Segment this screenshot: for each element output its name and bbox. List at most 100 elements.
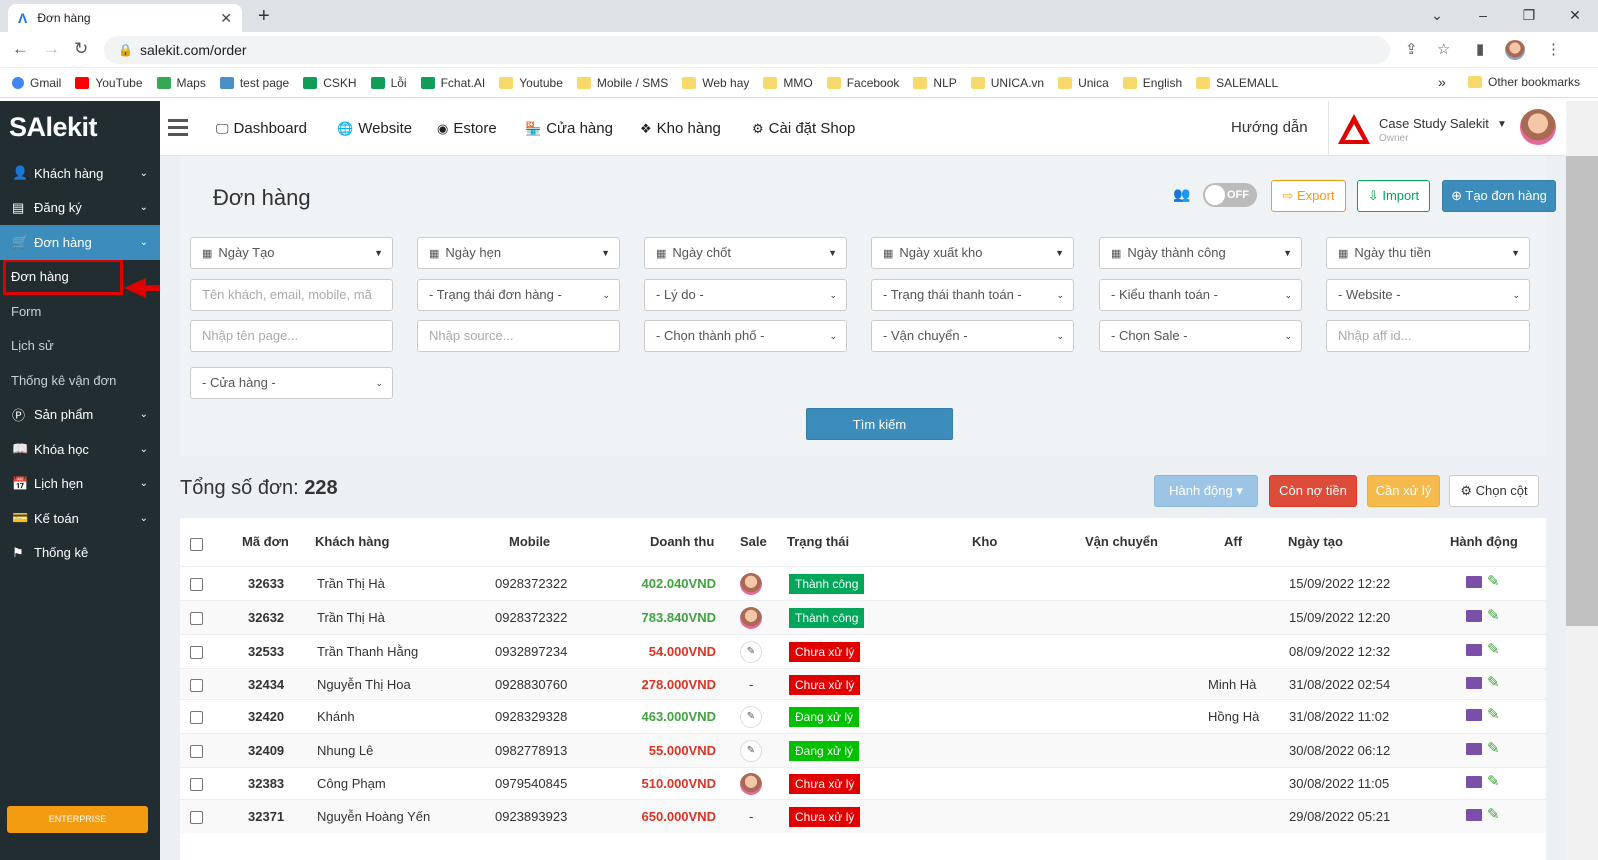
customer-name[interactable]: Trần Thanh Hằng xyxy=(317,644,418,659)
email-icon[interactable] xyxy=(1466,809,1482,821)
shipping-select[interactable]: - Vận chuyển - ⌄ xyxy=(871,320,1074,352)
order-id[interactable]: 32420 xyxy=(248,709,284,724)
url-field[interactable]: 🔒 salekit.com/order xyxy=(104,36,1390,64)
users-icon[interactable]: 👥 xyxy=(1173,186,1190,203)
bookmark-maps[interactable]: Maps xyxy=(156,76,206,90)
bookmark-cskh[interactable]: CSKH xyxy=(303,76,357,90)
col-doanh-thu[interactable]: Doanh thu xyxy=(650,534,714,549)
edit-icon[interactable]: ✎ xyxy=(1487,673,1500,691)
table-row[interactable]: 32633 Trần Thị Hà 0928372322 402.040VND Thàn… xyxy=(180,566,1546,600)
search-button[interactable]: Tìm kiếm xyxy=(806,408,953,440)
order-id[interactable]: 32434 xyxy=(248,677,284,692)
import-button[interactable]: ⇩ Import xyxy=(1357,180,1430,212)
restore-icon[interactable]: ❐ xyxy=(1506,0,1552,32)
nav-cai-dat-shop[interactable]: ⚙ Cài đặt Shop xyxy=(752,120,855,137)
back-icon[interactable]: ← xyxy=(12,39,29,59)
nav-website[interactable]: 🌐 Website xyxy=(337,120,412,137)
email-icon[interactable] xyxy=(1466,743,1482,755)
browser-tab[interactable]: Λ Đơn hàng ✕ xyxy=(8,4,242,32)
tab-search-icon[interactable]: ⌄ xyxy=(1414,0,1460,32)
order-status-select[interactable]: - Trạng thái đơn hàng - ⌄ xyxy=(417,279,620,311)
table-row[interactable]: 32371 Nguyễn Hoàng Yến 0923893923 650.000VN… xyxy=(180,799,1546,833)
order-id[interactable]: 32632 xyxy=(248,610,284,625)
sidebar-subitem-thong-ke-van-don[interactable]: Thống kê vận đơn xyxy=(0,363,160,398)
bookmark-folder[interactable]: Mobile / SMS xyxy=(576,76,668,90)
col-trang-thai[interactable]: Trạng thái xyxy=(787,534,849,549)
bulk-action-button[interactable]: Hành động ▾ xyxy=(1154,475,1258,507)
edit-icon[interactable]: ✎ xyxy=(1487,772,1500,790)
row-checkbox[interactable] xyxy=(190,679,203,692)
bookmark-folder[interactable]: Youtube xyxy=(499,76,563,90)
store-select[interactable]: - Cửa hàng - ⌄ xyxy=(190,367,393,399)
order-id[interactable]: 32409 xyxy=(248,743,284,758)
date-filter-ngay-xuat-kho[interactable]: ▦ Ngày xuất kho ▼ xyxy=(871,237,1074,269)
close-tab-icon[interactable]: ✕ xyxy=(220,10,232,27)
sale-select[interactable]: - Chọn Sale - ⌄ xyxy=(1099,320,1302,352)
sidebar-item-lich-hen[interactable]: 📅 Lịch hẹn ⌄ xyxy=(0,467,160,502)
scrollbar-thumb[interactable] xyxy=(1566,156,1598,626)
more-bookmarks-icon[interactable]: » xyxy=(1438,74,1446,90)
bookmark-folder[interactable]: Web hay xyxy=(682,76,749,90)
col-mobile[interactable]: Mobile xyxy=(509,534,550,549)
select-all-checkbox[interactable] xyxy=(190,538,203,551)
col-hanh-dong[interactable]: Hành động xyxy=(1450,534,1518,549)
order-id[interactable]: 32533 xyxy=(248,644,284,659)
toggle-switch[interactable]: OFF xyxy=(1203,183,1257,207)
nav-cua-hang[interactable]: 🏪 Cửa hàng xyxy=(525,120,613,137)
sidebar-item-dang-ky[interactable]: ▤ Đăng ký ⌄ xyxy=(0,191,160,226)
email-icon[interactable] xyxy=(1466,644,1482,656)
order-id[interactable]: 32633 xyxy=(248,576,284,591)
create-order-button[interactable]: ⊕ Tạo đơn hàng xyxy=(1442,180,1556,212)
customer-name[interactable]: Công Phạm xyxy=(317,776,386,791)
sidebar-item-khach-hang[interactable]: 👤 Khách hàng ⌄ xyxy=(0,156,160,191)
menu-kebab-icon[interactable]: ⋮ xyxy=(1546,40,1561,58)
date-filter-ngay-thanh-cong[interactable]: ▦ Ngày thành công ▼ xyxy=(1099,237,1302,269)
col-van-chuyen[interactable]: Vận chuyển xyxy=(1085,534,1158,549)
profile-avatar[interactable] xyxy=(1505,40,1525,60)
close-window-icon[interactable]: ✕ xyxy=(1552,0,1598,32)
bookmark-gmail[interactable]: Gmail xyxy=(12,76,61,90)
customer-name[interactable]: Trần Thị Hà xyxy=(317,576,385,591)
sidebar-item-thong-ke[interactable]: ⚑ Thống kê xyxy=(0,536,160,571)
customer-name[interactable]: Nguyễn Thị Hoa xyxy=(317,677,411,692)
customer-name[interactable]: Khánh xyxy=(317,709,355,724)
page-name-input[interactable]: Nhập tên page... xyxy=(190,320,393,352)
col-kho[interactable]: Kho xyxy=(972,534,997,549)
user-avatar[interactable] xyxy=(1520,109,1556,145)
date-filter-ngay-tao[interactable]: ▦ Ngày Tạo ▼ xyxy=(190,237,393,269)
source-input[interactable]: Nhập source... xyxy=(417,320,620,352)
email-icon[interactable] xyxy=(1466,677,1482,689)
row-checkbox[interactable] xyxy=(190,745,203,758)
row-checkbox[interactable] xyxy=(190,711,203,724)
email-icon[interactable] xyxy=(1466,576,1482,588)
bookmark-folder[interactable]: SALEMALL xyxy=(1196,76,1278,90)
row-checkbox[interactable] xyxy=(190,578,203,591)
customer-name[interactable]: Nhung Lê xyxy=(317,743,373,758)
col-sale[interactable]: Sale xyxy=(740,534,767,549)
sidebar-subitem-don-hang[interactable]: Đơn hàng xyxy=(3,258,123,295)
bookmark-folder[interactable]: UNICA.vn xyxy=(970,76,1044,90)
table-row[interactable]: 32420 Khánh 0928329328 463.000VND ✎ Đang xử l… xyxy=(180,699,1546,733)
user-name[interactable]: Case Study Salekit xyxy=(1379,116,1489,131)
col-ma-don[interactable]: Mã đơn xyxy=(242,534,289,549)
debt-filter-button[interactable]: Còn nợ tiền xyxy=(1269,475,1357,507)
edit-icon[interactable]: ✎ xyxy=(1487,805,1500,823)
col-aff[interactable]: Aff xyxy=(1224,534,1242,549)
page-scrollbar[interactable] xyxy=(1566,101,1598,860)
col-khach-hang[interactable]: Khách hàng xyxy=(315,534,389,549)
edit-icon[interactable]: ✎ xyxy=(1487,705,1500,723)
customer-search-input[interactable]: Tên khách, email, mobile, mã xyxy=(190,279,393,311)
sidepanel-icon[interactable]: ▮ xyxy=(1476,40,1484,58)
sidebar-item-don-hang[interactable]: 🛒 Đơn hàng ⌄ xyxy=(0,225,160,260)
nav-kho-hang[interactable]: ❖ Kho hàng xyxy=(640,120,721,137)
forward-icon[interactable]: → xyxy=(43,39,60,59)
needs-processing-button[interactable]: Cần xử lý xyxy=(1367,475,1440,507)
bookmark-folder[interactable]: Facebook xyxy=(826,76,899,90)
payment-type-select[interactable]: - Kiểu thanh toán - ⌄ xyxy=(1099,279,1302,311)
date-filter-ngay-hen[interactable]: ▦ Ngày hẹn ▼ xyxy=(417,237,620,269)
edit-icon[interactable]: ✎ xyxy=(1487,606,1500,624)
sidebar-subitem-form[interactable]: Form xyxy=(0,294,160,329)
sidebar-item-khoa-hoc[interactable]: 📖 Khóa học ⌄ xyxy=(0,432,160,467)
aff-id-input[interactable]: Nhập aff id... xyxy=(1326,320,1530,352)
edit-icon[interactable]: ✎ xyxy=(1487,640,1500,658)
